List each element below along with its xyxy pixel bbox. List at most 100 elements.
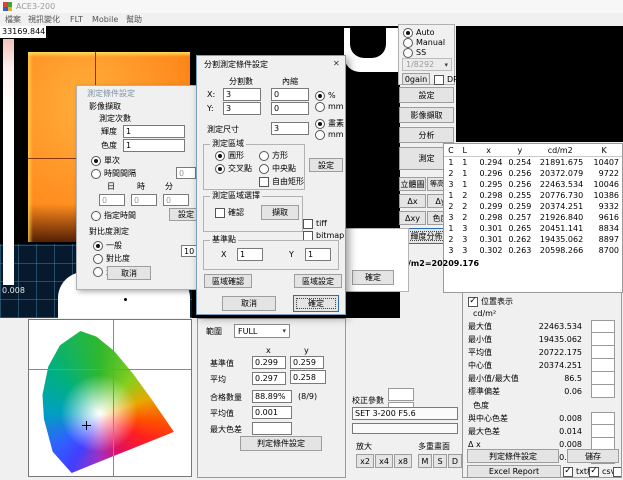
delta-x-button[interactable]: Δx — [399, 194, 426, 208]
mm2-radio[interactable]: mm — [315, 130, 344, 140]
preview-box[interactable] — [456, 26, 623, 142]
menu-file[interactable]: 檔案 — [5, 15, 21, 25]
split-cancel-button[interactable]: 取消 — [222, 296, 276, 311]
table-row[interactable]: 110.2940.25421891.67510407 — [444, 157, 622, 169]
analyze-button[interactable]: 分析 — [399, 127, 454, 143]
base-x-field[interactable]: 1 — [237, 248, 263, 261]
x-inset-field[interactable]: 0 — [271, 88, 309, 101]
stat-label: 平均值 — [468, 347, 492, 358]
manual-radio[interactable]: Manual — [403, 38, 445, 48]
interval-radio[interactable]: 時間間隔 — [91, 169, 136, 179]
general-radio[interactable]: 一般 — [93, 241, 122, 251]
menu-video[interactable]: 視訊變化 — [28, 15, 60, 25]
cross-radio[interactable]: 交叉點 — [215, 164, 252, 174]
maxdiff-field[interactable] — [252, 422, 292, 435]
mm-radio[interactable]: mm — [315, 102, 344, 112]
base-y-field[interactable]: 1 — [305, 248, 331, 261]
zoom-x8-button[interactable]: x8 — [394, 454, 412, 468]
area-set-button[interactable]: 設定 — [309, 158, 343, 172]
col-header[interactable]: cd/m2 — [534, 144, 586, 157]
calib-field[interactable]: SET 3-200 F5.6 — [352, 407, 458, 420]
auto-radio[interactable]: Auto — [403, 28, 435, 38]
calib-field-2[interactable] — [352, 423, 458, 434]
image-capture-button[interactable]: 影像擷取 — [399, 107, 454, 123]
contrast-radio[interactable]: 對比度 — [93, 254, 130, 264]
col-header[interactable]: C — [444, 144, 458, 157]
multi-m-button[interactable]: M — [418, 454, 432, 468]
chroma-count-field[interactable]: 1 — [123, 139, 185, 152]
luminance-count-field[interactable]: 1 — [123, 125, 185, 138]
ref-y-field[interactable]: 0.259 — [290, 356, 324, 369]
avg-y-field[interactable]: 0.258 — [290, 370, 326, 384]
luminance-scale-bar[interactable] — [3, 39, 14, 285]
zoom-x2-button[interactable]: x2 — [356, 454, 374, 468]
checkbox-icon — [259, 177, 269, 187]
popup-ok-button[interactable]: 確定 — [352, 270, 394, 285]
threshold-field[interactable]: 10 — [181, 245, 197, 257]
x-split-field[interactable]: 3 — [223, 88, 261, 101]
ref-x-field[interactable]: 0.299 — [252, 356, 286, 369]
measure-cancel-button[interactable]: 取消 — [107, 266, 151, 280]
avg-x-field[interactable]: 0.297 — [252, 372, 286, 385]
minute-field[interactable]: 0 — [163, 194, 189, 206]
col-header[interactable]: x — [472, 144, 506, 157]
range-dropdown[interactable]: FULL▾ — [234, 324, 290, 338]
free-rect-checkbox[interactable]: 自由矩形 — [259, 177, 304, 187]
area-setting-button[interactable]: 區域設定 — [294, 274, 342, 288]
position-display-checkbox[interactable]: ✓位置表示 — [468, 297, 513, 307]
gain-button[interactable]: 0gain — [402, 73, 430, 85]
center-radio[interactable]: 中央點 — [259, 164, 296, 174]
capture-area-button[interactable]: 擷取 — [261, 205, 299, 220]
square-radio[interactable]: 方形 — [259, 151, 288, 161]
table-row[interactable]: 220.2990.25920374.2519332 — [444, 201, 622, 212]
y-split-field[interactable]: 3 — [223, 102, 261, 115]
judge-condition-button[interactable]: 判定條件設定 — [240, 436, 322, 451]
close-icon[interactable]: ✕ — [333, 59, 340, 69]
table-row[interactable]: 330.3020.26320598.2668700 — [444, 245, 622, 256]
table-row[interactable]: 320.2980.25721926.8409616 — [444, 212, 622, 223]
tiff-checkbox[interactable]: tiff — [303, 219, 327, 229]
time-set-button[interactable]: 設定 — [169, 208, 197, 221]
mean-field[interactable]: 0.001 — [252, 406, 292, 419]
percent-radio[interactable]: % — [315, 91, 336, 101]
save-button[interactable]: 儲存 — [567, 449, 619, 463]
single-radio[interactable]: 單次 — [91, 156, 120, 166]
table-row[interactable]: 230.3010.26219435.0628897 — [444, 234, 622, 245]
delta-xy-button[interactable]: Δxy — [399, 211, 426, 225]
table-row[interactable]: 130.3010.26520451.1418834 — [444, 223, 622, 234]
y-inset-field[interactable]: 0 — [271, 102, 309, 115]
excel-report-button[interactable]: Excel Report — [467, 465, 561, 478]
cie-panel[interactable] — [28, 319, 192, 477]
menu-help[interactable]: 幫助 — [126, 15, 142, 25]
dr-checkbox[interactable]: DR — [434, 75, 459, 85]
table-row[interactable]: 210.2960.25620372.0799722 — [444, 168, 622, 179]
zoom-x4-button[interactable]: x4 — [375, 454, 393, 468]
multi-s-button[interactable]: S — [433, 454, 447, 468]
stats-judge-button[interactable]: 判定條件設定 — [467, 449, 559, 463]
table-row[interactable]: 310.2950.25622463.53410046 — [444, 179, 622, 190]
split-ok-button[interactable]: 確定 — [293, 295, 339, 312]
menu-flt[interactable]: FLT — [70, 15, 83, 25]
solid-view-button[interactable]: 立體圖 — [399, 177, 426, 191]
table-row[interactable]: 120.2980.25520776.73010386 — [444, 190, 622, 201]
size-field[interactable]: 3 — [271, 122, 309, 135]
hour-field[interactable]: 0 — [131, 194, 157, 206]
ss-radio[interactable]: SS — [403, 48, 426, 58]
col-header[interactable]: L — [458, 144, 472, 157]
circle-radio[interactable]: 圓形 — [215, 151, 244, 161]
pass-count-field[interactable]: 88.89% — [252, 390, 292, 403]
day-field[interactable]: 0 — [99, 194, 125, 206]
image-file-checkbox[interactable]: 影像檔 — [613, 467, 622, 477]
shutter-dropdown[interactable]: 1/8292▾ — [402, 58, 452, 71]
pixel-radio[interactable]: 畫素 — [315, 119, 344, 129]
confirm-checkbox[interactable]: 確認 — [215, 208, 244, 218]
app-window: ACE3-200 檔案 視訊變化 FLT Mobile 幫助 33169.844… — [0, 0, 623, 480]
col-header[interactable]: y — [505, 144, 534, 157]
menu-mobile[interactable]: Mobile — [92, 15, 118, 25]
area-confirm-button[interactable]: 區域確認 — [204, 274, 252, 288]
settings-button[interactable]: 設定 — [399, 87, 454, 103]
multi-d-button[interactable]: D — [448, 454, 462, 468]
interval-field[interactable]: 0 — [176, 167, 196, 179]
col-header[interactable]: K — [586, 144, 622, 157]
specified-time-radio[interactable]: 指定時間 — [91, 211, 136, 221]
